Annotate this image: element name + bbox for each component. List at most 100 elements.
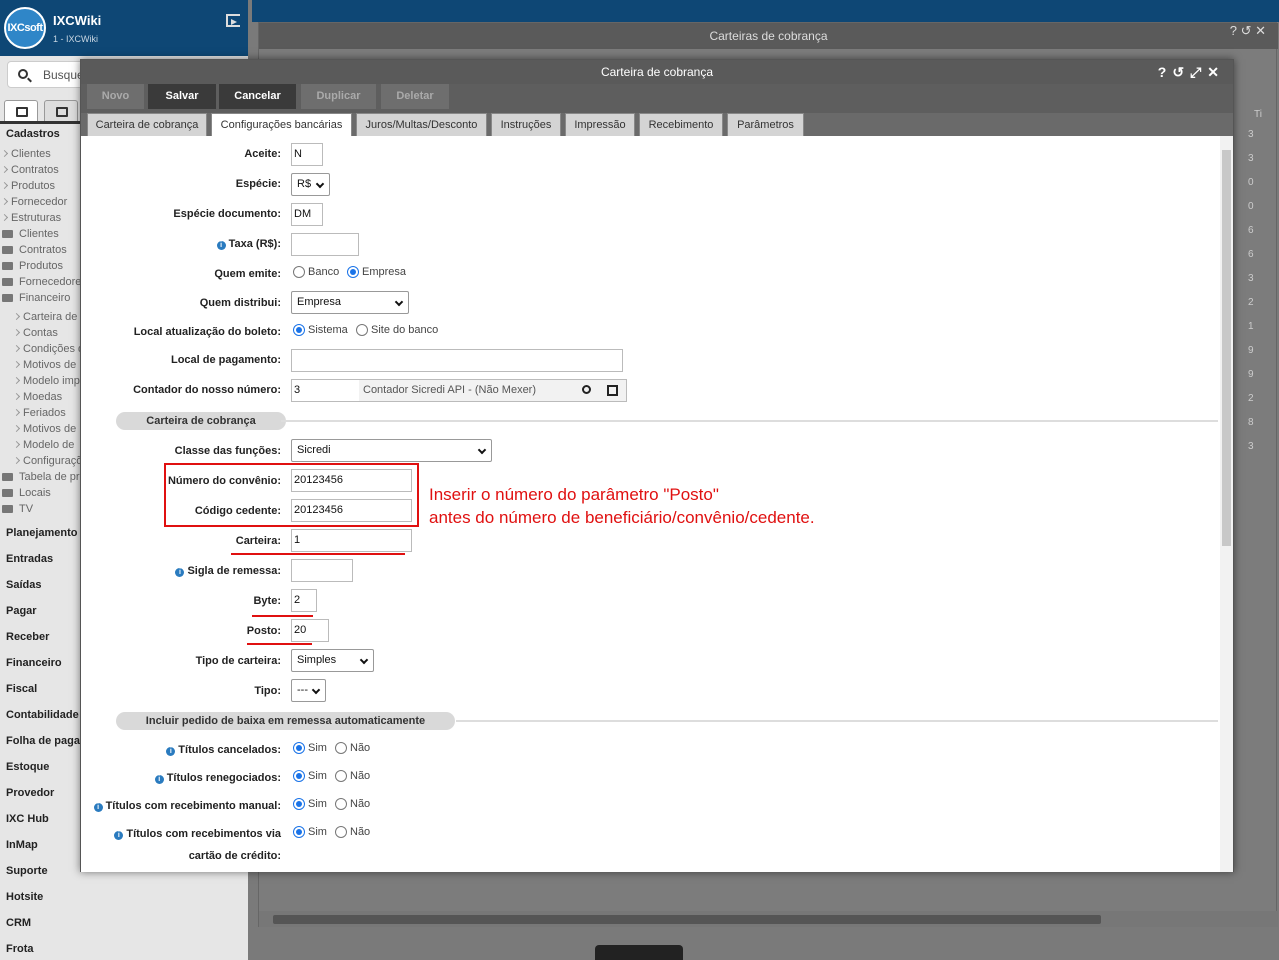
sidebar-tab-print[interactable]	[44, 100, 78, 122]
tab-instrucoes[interactable]: Instruções	[491, 113, 561, 136]
back-window-controls[interactable]: ? ↺ ✕	[1230, 23, 1266, 39]
chevron-right-icon	[2, 213, 9, 222]
sidebar-menu[interactable]: Frota	[6, 943, 34, 955]
radio-cartao-sim[interactable]	[293, 826, 305, 838]
scroll-thumb[interactable]	[1222, 150, 1231, 546]
sigla-input[interactable]	[291, 559, 353, 582]
radio-cartao-nao[interactable]	[335, 826, 347, 838]
tipo-carteira-select[interactable]: Simples	[291, 649, 374, 672]
tab-recebimento[interactable]: Recebimento	[639, 113, 723, 136]
annotation-box	[164, 463, 419, 527]
chevron-right-icon	[14, 376, 21, 385]
chevron-right-icon	[14, 424, 21, 433]
ixcsoft-logo[interactable]: IXCsoft	[4, 7, 46, 49]
radio-sim-label: Sim	[308, 742, 327, 754]
sidebar-menu[interactable]: Folha de paga	[6, 735, 80, 747]
info-icon[interactable]: i	[93, 803, 103, 812]
radio-cancelados-nao[interactable]	[335, 742, 347, 754]
close-icon[interactable]: ✕	[1207, 64, 1225, 80]
radio-nao-label: Não	[350, 826, 371, 838]
radio-renegociados-sim[interactable]	[293, 770, 305, 782]
search-icon[interactable]	[582, 385, 591, 394]
tipo-value: ---	[297, 684, 308, 696]
maximize-icon[interactable]: ⤢	[1190, 64, 1207, 80]
sidebar-menu[interactable]: InMap	[6, 839, 38, 851]
sidebar-tab-menu[interactable]	[4, 100, 38, 122]
folder-icon	[2, 278, 13, 286]
info-icon[interactable]: i	[175, 568, 185, 577]
chevron-down-icon	[311, 685, 321, 695]
sidebar-menu[interactable]: Suporte	[6, 865, 48, 877]
quem-distribui-select[interactable]: Empresa	[291, 291, 409, 314]
tab-impressao[interactable]: Impressão	[565, 113, 635, 136]
tab-carteira[interactable]: Carteira de cobrança	[87, 113, 207, 136]
radio-manual-sim[interactable]	[293, 798, 305, 810]
especie-select[interactable]: R$	[291, 173, 330, 196]
aceite-input[interactable]: N	[291, 143, 323, 166]
logout-icon[interactable]	[226, 14, 240, 27]
sidebar-menu[interactable]: Pagar	[6, 605, 37, 617]
sidebar-menu[interactable]: Fiscal	[6, 683, 37, 695]
sidebar-menu[interactable]: IXC Hub	[6, 813, 49, 825]
cancelar-button[interactable]: Cancelar	[219, 84, 296, 109]
deletar-button[interactable]: Deletar	[381, 84, 449, 109]
sidebar-menu[interactable]: Receber	[6, 631, 49, 643]
sidebar-menu[interactable]: Provedor	[6, 787, 54, 799]
salvar-button[interactable]: Salvar	[148, 84, 216, 109]
tipo-select[interactable]: ---	[291, 679, 326, 702]
sidebar-section-cadastros[interactable]: Cadastros	[6, 128, 60, 140]
radio-empresa[interactable]	[347, 266, 359, 278]
back-grid-cell: 2	[1248, 393, 1254, 404]
radio-site-banco[interactable]	[356, 324, 368, 336]
info-icon[interactable]: i	[114, 831, 124, 840]
sidebar-menu[interactable]: Estoque	[6, 761, 49, 773]
back-grid-cell: 2	[1248, 297, 1254, 308]
annotation-text: Inserir o número do parâmetro "Posto" an…	[429, 483, 815, 529]
byte-input[interactable]: 2	[291, 589, 317, 612]
contador-value[interactable]: 3	[292, 380, 359, 401]
history-icon[interactable]: ↺	[1172, 64, 1190, 80]
folder-icon	[2, 473, 13, 481]
chevron-right-icon	[14, 408, 21, 417]
sidebar-menu[interactable]: CRM	[6, 917, 31, 929]
novo-button[interactable]: Novo	[87, 84, 144, 109]
info-icon[interactable]: i	[154, 775, 164, 784]
radio-site-banco-label: Site do banco	[371, 324, 439, 336]
radio-renegociados-nao[interactable]	[335, 770, 347, 782]
sidebar-menu[interactable]: Hotsite	[6, 891, 43, 903]
local-pagamento-input[interactable]	[291, 349, 623, 372]
window-controls[interactable]: ?↺⤢✕	[1158, 60, 1225, 84]
carteira-input[interactable]: 1	[291, 529, 412, 552]
info-icon[interactable]: i	[216, 241, 226, 250]
bottom-dock[interactable]	[595, 945, 683, 960]
sidebar-menu[interactable]: Financeiro	[6, 657, 62, 669]
sidebar-menu[interactable]: Saídas	[6, 579, 41, 591]
radio-sistema[interactable]	[293, 324, 305, 336]
sidebar-menu[interactable]: Planejamento	[6, 527, 78, 539]
sidebar-header: IXCsoft IXCWiki 1 - IXCWiki	[0, 0, 248, 56]
tab-parametros[interactable]: Parâmetros	[727, 113, 804, 136]
contador-field[interactable]: 3 Contador Sicredi API - (Não Mexer)	[291, 379, 627, 402]
duplicar-button[interactable]: Duplicar	[301, 84, 376, 109]
radio-banco[interactable]	[293, 266, 305, 278]
sidebar-menu[interactable]: Entradas	[6, 553, 53, 565]
especie-doc-input[interactable]: DM	[291, 203, 323, 226]
posto-input[interactable]: 20	[291, 619, 329, 642]
classe-select[interactable]: Sicredi	[291, 439, 492, 462]
taxa-input[interactable]	[291, 233, 359, 256]
chevron-right-icon	[2, 181, 9, 190]
tab-juros[interactable]: Juros/Multas/Desconto	[356, 113, 487, 136]
back-grid-cell: 3	[1248, 129, 1254, 140]
horizontal-scrollbar[interactable]	[259, 911, 1278, 927]
sigla-label: i Sigla de remessa:	[175, 565, 281, 577]
help-icon[interactable]: ?	[1158, 64, 1173, 80]
tab-configuracoes-bancarias[interactable]: Configurações bancárias	[211, 113, 352, 137]
sidebar-menu[interactable]: Contabilidade	[6, 709, 79, 721]
info-icon[interactable]: i	[166, 747, 176, 756]
tipo-carteira-label: Tipo de carteira:	[195, 655, 281, 667]
open-link-icon[interactable]	[607, 385, 618, 396]
radio-manual-nao[interactable]	[335, 798, 347, 810]
radio-cancelados-sim[interactable]	[293, 742, 305, 754]
radio-sim-label: Sim	[308, 770, 327, 782]
folder-icon	[2, 262, 13, 270]
